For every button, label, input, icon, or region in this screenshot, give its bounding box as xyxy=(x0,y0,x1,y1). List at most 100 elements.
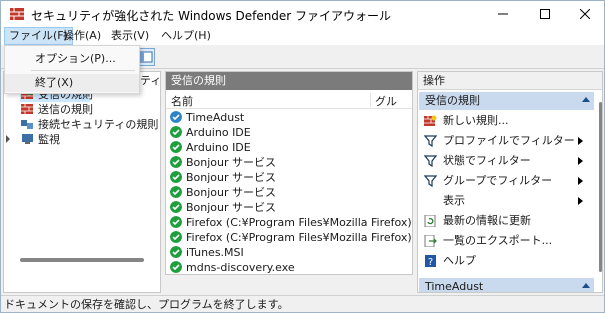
rule-name: TimeAdust xyxy=(186,111,245,124)
filter-icon xyxy=(424,155,437,167)
menu-separator xyxy=(31,70,135,71)
table-row[interactable]: iTunes.MSI xyxy=(166,245,412,260)
table-row[interactable]: Bonjour サービス xyxy=(166,170,412,185)
section-label: 受信の規則 xyxy=(425,94,480,107)
rule-name: Bonjour サービス xyxy=(186,186,277,199)
collapse-up-icon[interactable] xyxy=(582,283,590,288)
action-label: 表示 xyxy=(443,194,465,207)
menu-bar: ファイル(F) 操作(A) 表示(V) ヘルプ(H) xyxy=(1,27,604,45)
rule-name: Bonjour サービス xyxy=(186,171,277,184)
tree-item-label: 送信の規則 xyxy=(38,103,93,116)
minimize-icon xyxy=(498,13,508,15)
rule-name: Arduino IDE xyxy=(186,141,251,154)
column-header-name[interactable]: 名前 xyxy=(171,93,193,109)
tree-item-label: 接続セキュリティの規則 xyxy=(38,118,159,131)
action-label: ヘルプ xyxy=(443,254,476,267)
table-row[interactable]: Firefox (C:¥Program Files¥Mozilla Firefo… xyxy=(166,215,412,230)
maximize-icon xyxy=(540,9,550,19)
export-icon xyxy=(424,235,437,247)
enabled-check-icon xyxy=(170,216,182,228)
actions-section-selected-rule[interactable]: TimeAdust xyxy=(419,278,594,293)
submenu-arrow-icon xyxy=(578,177,583,185)
close-button[interactable] xyxy=(565,1,605,27)
table-row[interactable]: mdns-discovery.exe xyxy=(166,260,412,274)
action-filter-by-state[interactable]: 状態でフィルター xyxy=(418,151,596,171)
action-new-rule[interactable]: 新しい規則... xyxy=(418,111,596,131)
action-filter-by-group[interactable]: グループでフィルター xyxy=(418,171,596,191)
rule-name: iTunes.MSI xyxy=(186,246,244,259)
enabled-check-icon xyxy=(170,201,182,213)
action-refresh[interactable]: 最新の情報に更新 xyxy=(418,211,596,231)
minimize-button[interactable] xyxy=(483,1,523,27)
enabled-check-icon xyxy=(170,231,182,243)
action-label: プロファイルでフィルター xyxy=(443,134,575,147)
column-header-group[interactable]: グル xyxy=(375,93,397,109)
svg-text:?: ? xyxy=(428,257,433,267)
status-bar: ドキュメントの保存を確認し、プログラムを終了します。 xyxy=(1,295,604,312)
title-bar[interactable]: セキュリティが強化された Windows Defender ファイアウォール xyxy=(1,1,604,27)
menu-item-options[interactable]: オプション(P)... xyxy=(5,50,139,68)
vertical-scrollbar[interactable] xyxy=(599,102,602,272)
table-row[interactable]: Arduino IDE xyxy=(166,125,412,140)
filter-icon xyxy=(424,175,437,187)
actions-section-inbound-rules[interactable]: 受信の規則 xyxy=(419,92,594,110)
section-label: TimeAdust xyxy=(425,280,484,293)
enabled-check-icon xyxy=(170,141,182,153)
actions-pane: 操作 受信の規則 新しい規則... プロファイルでフィルター 状態でフィルター … xyxy=(417,71,603,293)
menu-view[interactable]: 表示(V) xyxy=(107,27,153,45)
menu-item-exit[interactable]: 終了(X) xyxy=(5,74,139,92)
action-label: 最新の情報に更新 xyxy=(443,214,531,227)
enabled-check-icon xyxy=(170,111,182,123)
rule-name: Firefox (C:¥Program Files¥Mozilla Firefo… xyxy=(186,216,412,229)
submenu-arrow-icon xyxy=(578,137,583,145)
action-label: 一覧のエクスポート... xyxy=(443,234,553,247)
table-row[interactable]: Arduino IDE xyxy=(166,140,412,155)
menu-operation[interactable]: 操作(A) xyxy=(59,27,105,45)
action-label: 新しい規則... xyxy=(443,114,509,127)
expand-chevron-icon[interactable] xyxy=(6,135,10,143)
rule-name: Bonjour サービス xyxy=(186,201,277,214)
enabled-check-icon xyxy=(170,171,182,183)
connection-security-icon xyxy=(21,120,33,129)
action-view[interactable]: 表示 xyxy=(418,191,596,211)
submenu-arrow-icon xyxy=(578,197,583,205)
rule-name: Bonjour サービス xyxy=(186,156,277,169)
console-tree-icon xyxy=(139,51,153,63)
rule-name: Arduino IDE xyxy=(186,126,251,139)
menu-help[interactable]: ヘルプ(H) xyxy=(157,27,215,45)
filter-icon xyxy=(424,135,437,147)
console-tree: ティ 受信の規則 送信の規則 接続セキュリティの規則 監視 xyxy=(3,71,161,293)
actions-pane-title: 操作 xyxy=(418,72,602,90)
monitor-icon xyxy=(22,134,33,144)
new-rule-icon xyxy=(424,115,437,126)
tree-item-label: 監視 xyxy=(38,133,60,146)
close-icon xyxy=(580,9,590,19)
table-row[interactable]: Bonjour サービス xyxy=(166,155,412,170)
enabled-check-icon xyxy=(170,186,182,198)
enabled-check-icon xyxy=(170,156,182,168)
refresh-icon xyxy=(424,215,436,227)
action-help[interactable]: ? ヘルプ xyxy=(418,251,596,271)
column-separator[interactable] xyxy=(370,93,371,107)
rules-list-pane: 受信の規則 名前 グル TimeAdust Arduino IDE Arduin… xyxy=(165,71,413,275)
table-row[interactable]: Bonjour サービス xyxy=(166,200,412,215)
rule-name: Firefox (C:¥Program Files¥Mozilla Firefo… xyxy=(186,231,412,244)
enabled-check-icon xyxy=(170,261,182,273)
table-row[interactable]: TimeAdust xyxy=(166,110,412,125)
horizontal-scrollbar[interactable] xyxy=(20,258,144,262)
rules-pane-header: 受信の規則 xyxy=(166,72,412,90)
collapse-up-icon[interactable] xyxy=(582,97,590,102)
maximize-button[interactable] xyxy=(525,1,565,27)
action-label: 状態でフィルター xyxy=(443,154,531,167)
rule-name: mdns-discovery.exe xyxy=(186,261,295,274)
firewall-app-icon xyxy=(10,8,24,20)
action-export-list[interactable]: 一覧のエクスポート... xyxy=(418,231,596,251)
tree-root-label: ティ xyxy=(140,74,162,87)
enabled-check-icon xyxy=(170,126,182,138)
action-filter-by-profile[interactable]: プロファイルでフィルター xyxy=(418,131,596,151)
file-menu-dropdown: オプション(P)... 終了(X) xyxy=(4,45,140,94)
column-headers: 名前 グル xyxy=(166,91,412,109)
action-label: グループでフィルター xyxy=(443,174,553,187)
table-row[interactable]: Firefox (C:¥Program Files¥Mozilla Firefo… xyxy=(166,230,412,245)
table-row[interactable]: Bonjour サービス xyxy=(166,185,412,200)
